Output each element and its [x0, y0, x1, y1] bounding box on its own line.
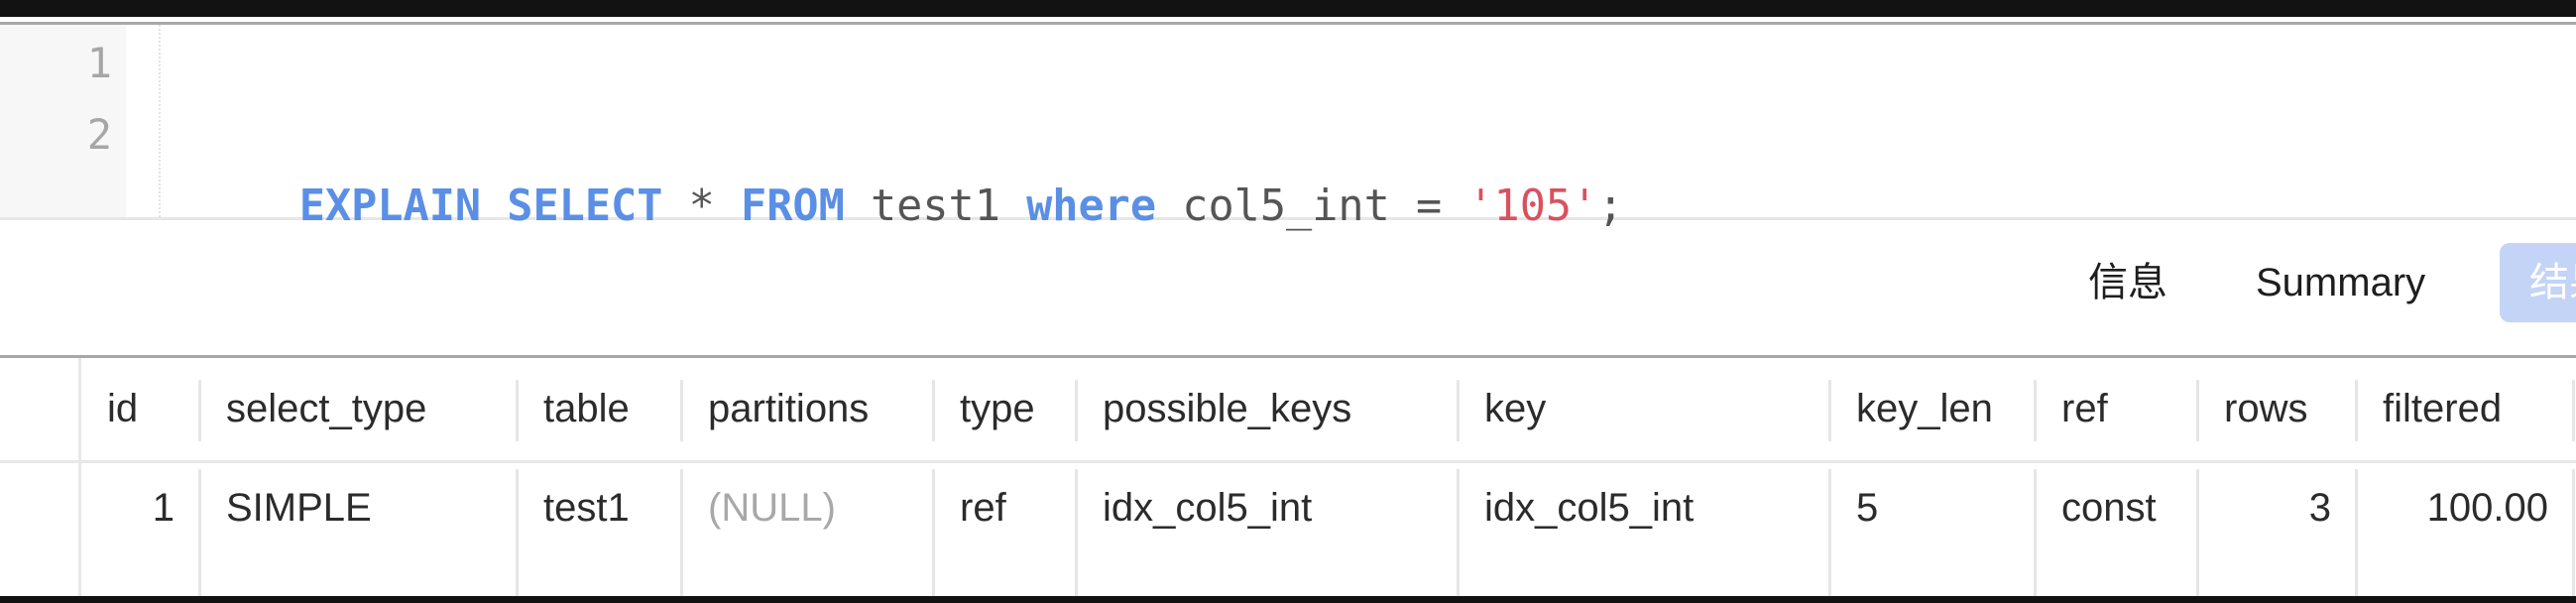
- window-top-edge: [0, 0, 2576, 17]
- line-number-gutter: 1 2: [0, 25, 126, 217]
- column-header-key-len[interactable]: key_len: [1830, 358, 2037, 460]
- column-header-partitions[interactable]: partitions: [682, 358, 935, 460]
- sql-editor[interactable]: 1 2 EXPLAIN SELECT * FROM test1 where co…: [0, 22, 2576, 231]
- cell-select-type[interactable]: SIMPLE: [200, 463, 519, 596]
- cell-table[interactable]: test1: [518, 463, 683, 596]
- cell-type[interactable]: ref: [934, 463, 1078, 596]
- column-header-ref[interactable]: ref: [2036, 358, 2199, 460]
- cell-rows[interactable]: 3: [2198, 463, 2358, 596]
- line-number: 1: [86, 39, 112, 87]
- line-number: 2: [86, 110, 112, 159]
- indent-guide: [159, 25, 161, 217]
- cell-key[interactable]: idx_col5_int: [1459, 463, 1831, 596]
- cell-partitions[interactable]: (NULL): [682, 463, 935, 596]
- column-header-select-type[interactable]: select_type: [200, 358, 519, 460]
- column-header-id[interactable]: id: [81, 358, 201, 460]
- cell-id[interactable]: 1: [81, 463, 201, 596]
- code-line-2[interactable]: EXPLAIN SELECT * FROM test1 where col5_i…: [195, 99, 1624, 231]
- window-bottom-edge: [0, 596, 2576, 603]
- tab-summary[interactable]: Summary: [2256, 243, 2425, 322]
- column-header-filtered[interactable]: filtered: [2357, 358, 2575, 460]
- cell-filtered[interactable]: 100.00: [2357, 463, 2575, 596]
- column-header-key[interactable]: key: [1459, 358, 1831, 460]
- column-header-rows[interactable]: rows: [2198, 358, 2358, 460]
- tab-info[interactable]: 信息: [2088, 243, 2167, 322]
- cell-key-len[interactable]: 5: [1830, 463, 2037, 596]
- cell-ref[interactable]: const: [2036, 463, 2199, 596]
- cell-possible-keys[interactable]: idx_col5_int: [1077, 463, 1460, 596]
- tab-result-1[interactable]: 结果 1: [2500, 243, 2576, 322]
- column-header-possible-keys[interactable]: possible_keys: [1077, 358, 1460, 460]
- result-grid: id select_type table partitions type pos…: [0, 355, 2576, 596]
- column-header-type[interactable]: type: [934, 358, 1078, 460]
- result-toolbar: 信息 Summary 结果 1: [0, 223, 2576, 355]
- column-header-table[interactable]: table: [518, 358, 683, 460]
